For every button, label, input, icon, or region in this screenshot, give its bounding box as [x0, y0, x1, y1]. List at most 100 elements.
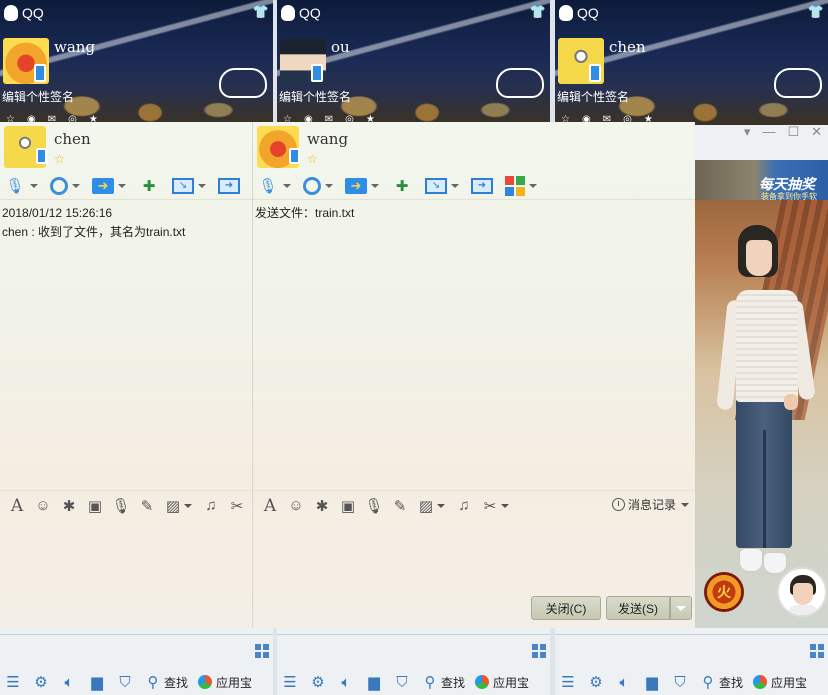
app-store-link[interactable]: 应用宝 — [771, 674, 807, 691]
minimize-icon[interactable]: — — [762, 124, 775, 140]
avatar-face — [793, 583, 813, 605]
image-icon[interactable]: ▨ — [160, 495, 186, 517]
ad-banner[interactable]: 每天抽奖 装备拿到你手软 — [695, 160, 828, 201]
send-options-button[interactable] — [670, 596, 692, 620]
signature-edit[interactable]: 编辑个性签名 — [557, 88, 629, 105]
folder-icon[interactable]: ▆ — [88, 674, 106, 691]
contact-name[interactable]: wang — [307, 130, 348, 148]
skin-icon[interactable]: 👕 — [530, 4, 546, 20]
volume-icon[interactable]: 🔈︎ — [60, 674, 78, 691]
favorites-icon[interactable]: ⛉ — [116, 674, 134, 691]
vip-star-icon[interactable]: ☆ — [54, 152, 65, 166]
app-store-link[interactable]: 应用宝 — [216, 674, 252, 691]
main-menu-icon[interactable]: ☰ — [4, 674, 22, 691]
settings-gear-icon[interactable]: ⚙ — [32, 674, 50, 691]
send-file-button[interactable]: ➜ — [92, 174, 126, 198]
collapse-icon[interactable]: ▾ — [744, 124, 751, 140]
skin-icon[interactable]: 👕 — [808, 4, 824, 20]
find-link[interactable]: 查找 — [441, 674, 465, 691]
voice-message-icon[interactable]: 🎙︎ — [361, 495, 387, 517]
emoji-icon[interactable]: ☺ — [283, 495, 309, 517]
settings-gear-icon[interactable]: ⚙ — [309, 674, 327, 691]
video-call-button[interactable] — [303, 174, 333, 198]
weather-cloud-icon[interactable] — [219, 68, 267, 98]
font-icon[interactable]: A — [257, 495, 283, 517]
share-screen-button[interactable]: ➜ — [471, 174, 493, 198]
share-screen-button[interactable]: ➜ — [218, 174, 240, 198]
remote-desktop-button[interactable]: ↘ — [172, 174, 206, 198]
remote-desktop-button[interactable]: ↘ — [425, 174, 459, 198]
chevron-down-icon — [676, 605, 686, 611]
app-grid-icon[interactable] — [810, 644, 824, 658]
create-group-button[interactable]: ✚ — [138, 174, 160, 198]
send-button[interactable]: 发送(S) — [606, 596, 670, 620]
nickname[interactable]: ou — [331, 38, 350, 56]
chat-window-controls: ▾ — ☐ ✕ — [744, 124, 822, 140]
send-file-button[interactable]: ➜ — [345, 174, 379, 198]
video-call-button[interactable] — [50, 174, 80, 198]
main-menu-icon[interactable]: ☰ — [281, 674, 299, 691]
favorites-icon[interactable]: ⛉ — [671, 674, 689, 691]
skin-icon[interactable]: 👕 — [253, 4, 269, 20]
shake-icon[interactable]: ✱ — [56, 495, 82, 517]
image-icon[interactable]: ▨ — [413, 495, 439, 517]
screenshot-scissors-icon[interactable]: ✂ — [224, 495, 250, 517]
weather-cloud-icon[interactable] — [496, 68, 544, 98]
add-chat-icon: ✚ — [395, 177, 409, 195]
nickname[interactable]: wang — [54, 38, 95, 56]
music-icon[interactable]: ♫ — [451, 495, 477, 517]
fire-badge-icon[interactable]: 火 — [704, 572, 744, 612]
search-icon[interactable]: ⚲ — [144, 674, 162, 691]
qq-show-avatar[interactable] — [777, 567, 827, 617]
settings-gear-icon[interactable]: ⚙ — [587, 674, 605, 691]
folder-icon[interactable]: ▆ — [365, 674, 383, 691]
create-group-button[interactable]: ✚ — [391, 174, 413, 198]
nickname[interactable]: chen — [609, 38, 646, 56]
search-icon[interactable]: ⚲ — [699, 674, 717, 691]
volume-icon[interactable]: 🔈︎ — [337, 674, 355, 691]
chevron-down-icon[interactable] — [184, 503, 192, 508]
close-button[interactable]: 关闭(C) — [531, 596, 601, 620]
app-grid-icon[interactable] — [532, 644, 546, 658]
gif-icon[interactable]: ▣ — [335, 495, 361, 517]
contact-name[interactable]: chen — [54, 130, 91, 148]
app-store-icon[interactable] — [198, 675, 213, 689]
doodle-icon[interactable]: ✎ — [134, 495, 160, 517]
app-store-icon[interactable] — [753, 675, 768, 689]
maximize-icon[interactable]: ☐ — [787, 124, 799, 140]
voice-message-icon[interactable]: 🎙︎ — [108, 495, 134, 517]
favorites-icon[interactable]: ⛉ — [393, 674, 411, 691]
folder-icon[interactable]: ▆ — [643, 674, 661, 691]
share-screen-icon: ➜ — [218, 177, 240, 194]
apps-button[interactable] — [505, 174, 537, 198]
search-icon[interactable]: ⚲ — [421, 674, 439, 691]
music-icon[interactable]: ♫ — [198, 495, 224, 517]
mobile-online-icon — [589, 64, 601, 82]
screenshot-scissors-icon[interactable]: ✂ — [477, 495, 503, 517]
close-icon[interactable]: ✕ — [811, 124, 822, 140]
chevron-down-icon[interactable] — [501, 503, 509, 508]
history-label: 消息记录 — [627, 498, 676, 512]
voice-call-button[interactable]: 🎙︎ — [4, 174, 38, 198]
emoji-icon[interactable]: ☺ — [30, 495, 56, 517]
chevron-down-icon[interactable] — [437, 503, 445, 508]
find-link[interactable]: 查找 — [164, 674, 188, 691]
app-store-link[interactable]: 应用宝 — [493, 674, 529, 691]
app-grid-icon[interactable] — [255, 644, 269, 658]
signature-edit[interactable]: 编辑个性签名 — [279, 88, 351, 105]
weather-cloud-icon[interactable] — [774, 68, 822, 98]
qq-bottom-bar: ☰ ⚙ 🔈︎ ▆ ⛉ ⚲ 查找 应用宝 — [555, 670, 828, 694]
volume-icon[interactable]: 🔈︎ — [615, 674, 633, 691]
find-link[interactable]: 查找 — [719, 674, 743, 691]
app-store-icon[interactable] — [475, 675, 490, 689]
message-history-button[interactable]: 消息记录 — [611, 496, 689, 513]
signature-edit[interactable]: 编辑个性签名 — [2, 88, 74, 105]
voice-call-button[interactable]: 🎙︎ — [257, 174, 291, 198]
doodle-icon[interactable]: ✎ — [387, 495, 413, 517]
vip-star-icon[interactable]: ☆ — [307, 152, 318, 166]
gif-icon[interactable]: ▣ — [82, 495, 108, 517]
main-menu-icon[interactable]: ☰ — [559, 674, 577, 691]
app-title: QQ — [299, 5, 321, 21]
font-icon[interactable]: A — [4, 495, 30, 517]
shake-icon[interactable]: ✱ — [309, 495, 335, 517]
